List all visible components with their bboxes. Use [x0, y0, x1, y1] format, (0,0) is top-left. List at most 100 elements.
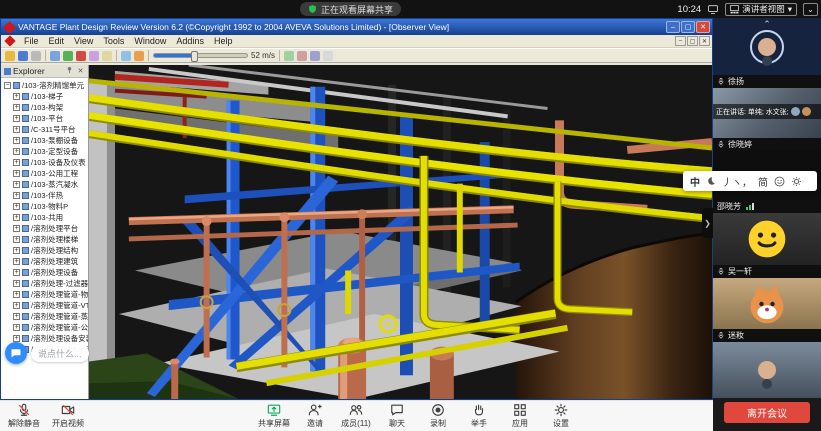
tree-item[interactable]: + /C-311号平台: [1, 124, 88, 135]
floating-chat-bubble[interactable]: 说点什么...: [5, 342, 89, 364]
speed-slider-thumb[interactable]: [191, 51, 198, 62]
fullwidth-moon-icon[interactable]: [706, 176, 716, 186]
tree-item[interactable]: + /103-泵棚设备: [1, 135, 88, 146]
share-screen-button[interactable]: 共享屏幕: [258, 403, 290, 429]
tree-expand-icon[interactable]: +: [13, 236, 20, 243]
menu-item[interactable]: Addins: [171, 36, 209, 46]
tree-expand-icon[interactable]: +: [13, 192, 20, 199]
layout-mode-button[interactable]: 演讲者视图 ▾: [725, 3, 797, 16]
zoom-tool-icon[interactable]: [102, 51, 112, 61]
menu-item[interactable]: File: [19, 36, 44, 46]
participant-tile[interactable]: 徐晓婷: [713, 88, 821, 151]
close-button[interactable]: ✕: [696, 21, 710, 33]
menu-item[interactable]: Edit: [44, 36, 70, 46]
mdi-restore-button[interactable]: ▢: [687, 36, 698, 46]
tree-expand-icon[interactable]: +: [13, 115, 20, 122]
tree-item[interactable]: + /溶剂处理管道-物料: [1, 289, 88, 300]
tree-expand-icon[interactable]: +: [13, 258, 20, 265]
chat-button[interactable]: 聊天: [381, 403, 413, 429]
tree-item[interactable]: + /溶剂处理设备: [1, 267, 88, 278]
mdi-minimize-button[interactable]: –: [675, 36, 686, 46]
tree-expand-icon[interactable]: +: [13, 159, 20, 166]
leave-meeting-button[interactable]: 离开会议: [724, 402, 810, 423]
tree-expand-icon[interactable]: +: [13, 104, 20, 111]
tree-item[interactable]: + /103-伴热: [1, 190, 88, 201]
open-tool-icon[interactable]: [5, 51, 15, 61]
tree-item[interactable]: + /103-梯子: [1, 91, 88, 102]
participant-tile[interactable]: [713, 342, 821, 398]
settings-button[interactable]: 设置: [545, 403, 577, 429]
section-tool-icon[interactable]: [297, 51, 307, 61]
tree-item[interactable]: + /103-共用: [1, 212, 88, 223]
menu-item[interactable]: Help: [209, 36, 238, 46]
start-video-button[interactable]: 开启视频: [52, 403, 84, 429]
tree-expand-icon[interactable]: +: [13, 137, 20, 144]
tree-expand-icon[interactable]: +: [13, 269, 20, 276]
tree-item[interactable]: + /溶剂处理管道-蒸汽: [1, 311, 88, 322]
ime-toolbar[interactable]: 中 丿ヽ， 简: [683, 171, 817, 191]
members-button[interactable]: 成员(11): [340, 403, 372, 429]
tree-item[interactable]: + /溶剂处理平台: [1, 223, 88, 234]
sidebar-collapse-tab[interactable]: ❯: [702, 208, 713, 238]
save-tool-icon[interactable]: [18, 51, 28, 61]
tree-expand-icon[interactable]: +: [13, 225, 20, 232]
participant-tile[interactable]: ⌃ 徐扬: [713, 18, 821, 88]
pin-icon[interactable]: [65, 66, 74, 76]
ime-mode[interactable]: 中: [690, 174, 700, 189]
minimize-button[interactable]: –: [666, 21, 680, 33]
pan-tool-icon[interactable]: [50, 51, 60, 61]
tree-expand-icon[interactable]: +: [13, 170, 20, 177]
ime-punctuation[interactable]: 丿ヽ，: [722, 174, 752, 189]
tree-item[interactable]: − /103-溶剂精馏单元: [1, 80, 88, 91]
tree-item[interactable]: + /溶剂处理管道-VT: [1, 300, 88, 311]
view-tool-icon[interactable]: [121, 51, 131, 61]
tree-expand-icon[interactable]: +: [13, 148, 20, 155]
tree-expand-icon[interactable]: +: [13, 280, 20, 287]
tree-expand-icon[interactable]: +: [13, 247, 20, 254]
ime-charset[interactable]: 简: [758, 174, 768, 189]
rotate-tool-icon[interactable]: [89, 51, 99, 61]
participant-tile[interactable]: 吴一轩: [713, 213, 821, 278]
menu-item[interactable]: View: [69, 36, 98, 46]
settings-tool-icon[interactable]: [323, 51, 333, 61]
measure-tool-icon[interactable]: [134, 51, 144, 61]
tree-expand-icon[interactable]: +: [13, 126, 20, 133]
tree-expand-icon[interactable]: −: [4, 82, 11, 89]
tree-item[interactable]: + /103-平台: [1, 113, 88, 124]
tag-tool-icon[interactable]: [310, 51, 320, 61]
record-button[interactable]: 录制: [422, 403, 454, 429]
walk-tool-icon[interactable]: [63, 51, 73, 61]
3d-viewport[interactable]: [89, 65, 712, 399]
ime-settings-gear-icon[interactable]: [791, 176, 802, 187]
tree-item[interactable]: + /103-构架: [1, 102, 88, 113]
raise-hand-button[interactable]: 举手: [463, 403, 495, 429]
tree-item[interactable]: + /溶剂处理结构: [1, 245, 88, 256]
tree-expand-icon[interactable]: +: [13, 93, 20, 100]
clip-tool-icon[interactable]: [284, 51, 294, 61]
tree-item[interactable]: + /103-设备及仪表: [1, 157, 88, 168]
close-panel-icon[interactable]: ✕: [76, 67, 85, 75]
tree-expand-icon[interactable]: +: [13, 335, 20, 342]
chat-input-placeholder[interactable]: 说点什么...: [31, 345, 89, 362]
tree-item[interactable]: + /溶剂处理-过滤器: [1, 278, 88, 289]
tree-expand-icon[interactable]: +: [13, 291, 20, 298]
tree-expand-icon[interactable]: +: [13, 214, 20, 221]
fly-tool-icon[interactable]: [76, 51, 86, 61]
participant-tile[interactable]: 迷籹: [713, 278, 821, 342]
collapse-topbar-icon[interactable]: ⌄: [803, 3, 818, 16]
window-title-bar[interactable]: VANTAGE Plant Design Review Version 6.2 …: [1, 19, 712, 35]
monitor-icon[interactable]: [707, 4, 719, 15]
tree-item[interactable]: + /103-物料P: [1, 201, 88, 212]
tree-expand-icon[interactable]: +: [13, 181, 20, 188]
speed-slider[interactable]: [153, 53, 248, 58]
unmute-button[interactable]: 解除静音: [8, 403, 40, 429]
mdi-close-button[interactable]: ✕: [699, 36, 710, 46]
tree-expand-icon[interactable]: +: [13, 302, 20, 309]
tree-item[interactable]: + /103-蒸汽凝水: [1, 179, 88, 190]
collapse-videos-icon[interactable]: ⌃: [713, 19, 821, 30]
print-tool-icon[interactable]: [31, 51, 41, 61]
chat-bubble-icon[interactable]: [5, 342, 27, 364]
tree-item[interactable]: + /103-公用工程: [1, 168, 88, 179]
tree-expand-icon[interactable]: +: [13, 313, 20, 320]
menu-item[interactable]: Tools: [98, 36, 129, 46]
